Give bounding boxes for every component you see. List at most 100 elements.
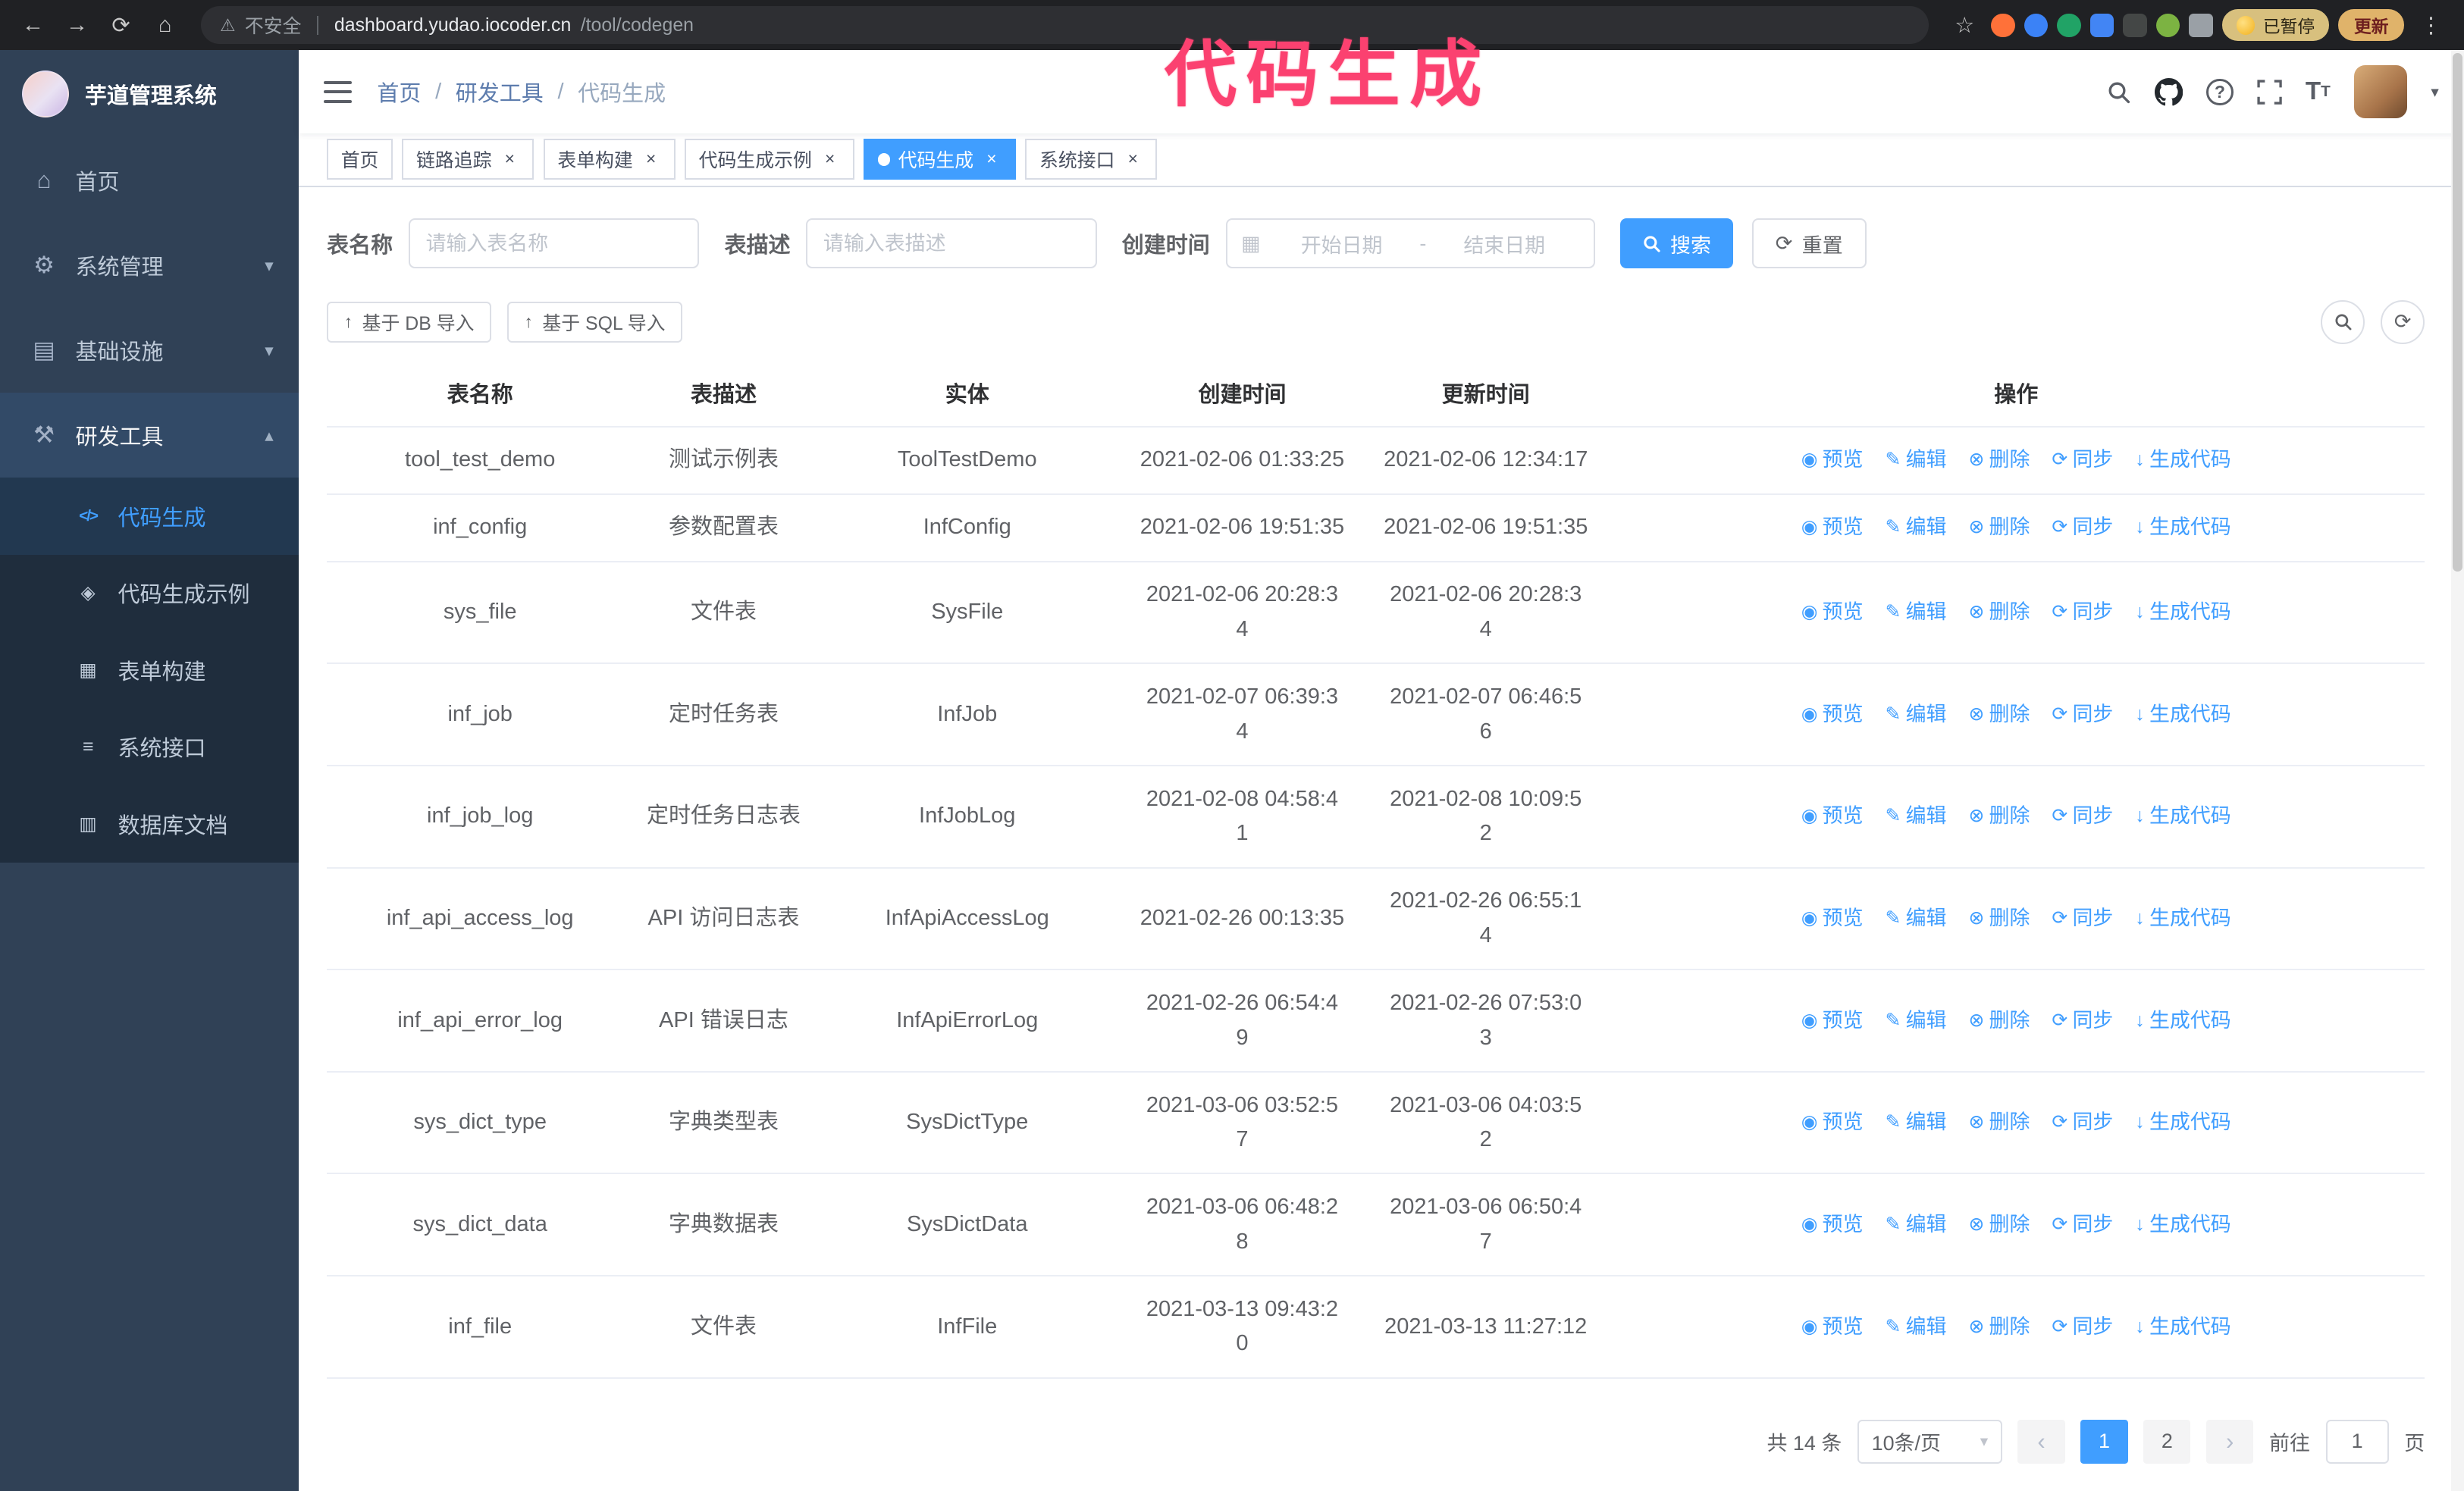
edit-action-link[interactable]: ✎ 编辑 [1886, 1004, 1947, 1038]
delete-action-link[interactable]: ⊗ 删除 [1968, 1004, 2030, 1038]
forward-icon[interactable]: → [60, 8, 95, 42]
eye-action-link[interactable]: ◉ 预览 [1801, 1310, 1864, 1345]
prev-page-button[interactable]: ‹ [2017, 1419, 2065, 1464]
sync-action-link[interactable]: ⟳ 同步 [2052, 901, 2113, 936]
edit-action-link[interactable]: ✎ 编辑 [1886, 1208, 1947, 1242]
sync-action-link[interactable]: ⟳ 同步 [2052, 595, 2113, 630]
chrome-menu-icon[interactable]: ⋮ [2414, 8, 2449, 42]
help-icon[interactable]: ? [2206, 78, 2234, 105]
delete-action-link[interactable]: ⊗ 删除 [1968, 1105, 2030, 1140]
close-icon[interactable]: × [500, 149, 520, 170]
close-icon[interactable]: × [820, 149, 840, 170]
edit-action-link[interactable]: ✎ 编辑 [1886, 697, 1947, 732]
delete-action-link[interactable]: ⊗ 删除 [1968, 595, 2030, 630]
update-button[interactable]: 更新 [2338, 9, 2405, 41]
sync-action-link[interactable]: ⟳ 同步 [2052, 1105, 2113, 1140]
tab-form-builder[interactable]: 表单构建 × [543, 139, 676, 180]
download-action-link[interactable]: ↓ 生成代码 [2135, 443, 2230, 478]
page-button-1[interactable]: 1 [2080, 1419, 2128, 1464]
sidebar-item-db-docs[interactable]: ▥ 数据库文档 [0, 785, 299, 863]
address-bar[interactable]: ⚠ 不安全 dashboard.yudao.iocoder.cn/tool/co… [201, 6, 1929, 45]
sidebar-item-devtools[interactable]: ⚒ 研发工具 ▴ [0, 393, 299, 478]
eye-action-link[interactable]: ◉ 预览 [1801, 1105, 1864, 1140]
extension-icon[interactable] [2057, 13, 2081, 37]
page-size-select[interactable]: 10条/页 ▾ [1857, 1419, 2002, 1464]
next-page-button[interactable]: › [2206, 1419, 2254, 1464]
eye-action-link[interactable]: ◉ 预览 [1801, 901, 1864, 936]
avatar-caret-icon[interactable]: ▾ [2431, 83, 2438, 102]
delete-action-link[interactable]: ⊗ 删除 [1968, 1310, 2030, 1345]
close-icon[interactable]: × [1123, 149, 1143, 170]
tab-codegen[interactable]: 代码生成 × [864, 139, 1016, 180]
sync-action-link[interactable]: ⟳ 同步 [2052, 799, 2113, 834]
extension-icon[interactable] [2024, 13, 2049, 37]
download-action-link[interactable]: ↓ 生成代码 [2135, 1208, 2230, 1242]
page-button-2[interactable]: 2 [2143, 1419, 2191, 1464]
goto-page-input[interactable] [2325, 1419, 2389, 1464]
sync-action-link[interactable]: ⟳ 同步 [2052, 1208, 2113, 1242]
sync-action-link[interactable]: ⟳ 同步 [2052, 1310, 2113, 1345]
edit-action-link[interactable]: ✎ 编辑 [1886, 595, 1947, 630]
paused-badge[interactable]: 已暂停 [2221, 9, 2329, 41]
close-icon[interactable]: × [981, 149, 1002, 170]
download-action-link[interactable]: ↓ 生成代码 [2135, 1310, 2230, 1345]
breadcrumb-home[interactable]: 首页 [377, 76, 421, 108]
import-sql-button[interactable]: ↑ 基于 SQL 导入 [506, 301, 683, 343]
user-avatar[interactable] [2353, 65, 2408, 119]
font-size-icon[interactable]: TT [2306, 77, 2331, 106]
reload-icon[interactable]: ⟳ [104, 8, 139, 42]
delete-action-link[interactable]: ⊗ 删除 [1968, 697, 2030, 732]
download-action-link[interactable]: ↓ 生成代码 [2135, 1105, 2230, 1140]
tab-codegen-example[interactable]: 代码生成示例 × [685, 139, 854, 180]
delete-action-link[interactable]: ⊗ 删除 [1968, 443, 2030, 478]
sidebar-item-codegen-example[interactable]: ◈ 代码生成示例 [0, 555, 299, 632]
fullscreen-icon[interactable] [2257, 80, 2282, 105]
tab-tracing[interactable]: 链路追踪 × [402, 139, 534, 180]
refresh-button[interactable]: ⟳ [2381, 299, 2425, 344]
sync-action-link[interactable]: ⟳ 同步 [2052, 1004, 2113, 1038]
edit-action-link[interactable]: ✎ 编辑 [1886, 901, 1947, 936]
eye-action-link[interactable]: ◉ 预览 [1801, 443, 1864, 478]
extension-icon[interactable] [2155, 13, 2180, 37]
table-name-input[interactable] [408, 218, 700, 269]
scrollbar-thumb[interactable] [2453, 53, 2462, 572]
edit-action-link[interactable]: ✎ 编辑 [1886, 1310, 1947, 1345]
download-action-link[interactable]: ↓ 生成代码 [2135, 595, 2230, 630]
eye-action-link[interactable]: ◉ 预览 [1801, 1208, 1864, 1242]
page-scrollbar[interactable] [2451, 50, 2464, 1491]
delete-action-link[interactable]: ⊗ 删除 [1968, 901, 2030, 936]
sidebar-item-infrastructure[interactable]: ▤ 基础设施 ▾ [0, 308, 299, 393]
search-icon[interactable] [2106, 80, 2131, 105]
sync-action-link[interactable]: ⟳ 同步 [2052, 443, 2113, 478]
github-icon[interactable] [2154, 77, 2183, 106]
extension-icon[interactable] [1991, 13, 2015, 37]
date-range-picker[interactable]: ▦ 开始日期 - 结束日期 [1225, 218, 1595, 269]
sidebar-item-codegen[interactable]: </> 代码生成 [0, 478, 299, 555]
close-icon[interactable]: × [641, 149, 661, 170]
download-action-link[interactable]: ↓ 生成代码 [2135, 697, 2230, 732]
eye-action-link[interactable]: ◉ 预览 [1801, 1004, 1864, 1038]
back-icon[interactable]: ← [16, 8, 51, 42]
sidebar-item-form-builder[interactable]: ▦ 表单构建 [0, 631, 299, 709]
edit-action-link[interactable]: ✎ 编辑 [1886, 443, 1947, 478]
app-logo[interactable]: 芋道管理系统 [0, 50, 299, 138]
extension-icon[interactable] [2089, 13, 2114, 37]
bookmark-star-icon[interactable]: ☆ [1947, 8, 1982, 42]
puzzle-extension-icon[interactable] [2189, 13, 2213, 37]
search-button[interactable]: 搜索 [1619, 218, 1733, 269]
browser-home-icon[interactable]: ⌂ [148, 8, 183, 42]
sidebar-item-home[interactable]: ⌂ 首页 [0, 138, 299, 223]
sync-action-link[interactable]: ⟳ 同步 [2052, 510, 2113, 545]
tab-system-api[interactable]: 系统接口 × [1025, 139, 1158, 180]
toggle-search-button[interactable] [2321, 299, 2365, 344]
sidebar-item-system-api[interactable]: ≡ 系统接口 [0, 709, 299, 786]
download-action-link[interactable]: ↓ 生成代码 [2135, 1004, 2230, 1038]
hamburger-icon[interactable] [323, 80, 353, 103]
tab-home[interactable]: 首页 [327, 139, 393, 180]
reset-button[interactable]: ⟳ 重置 [1751, 218, 1867, 269]
edit-action-link[interactable]: ✎ 编辑 [1886, 1105, 1947, 1140]
delete-action-link[interactable]: ⊗ 删除 [1968, 1208, 2030, 1242]
eye-action-link[interactable]: ◉ 预览 [1801, 510, 1864, 545]
delete-action-link[interactable]: ⊗ 删除 [1968, 799, 2030, 834]
eye-action-link[interactable]: ◉ 预览 [1801, 697, 1864, 732]
